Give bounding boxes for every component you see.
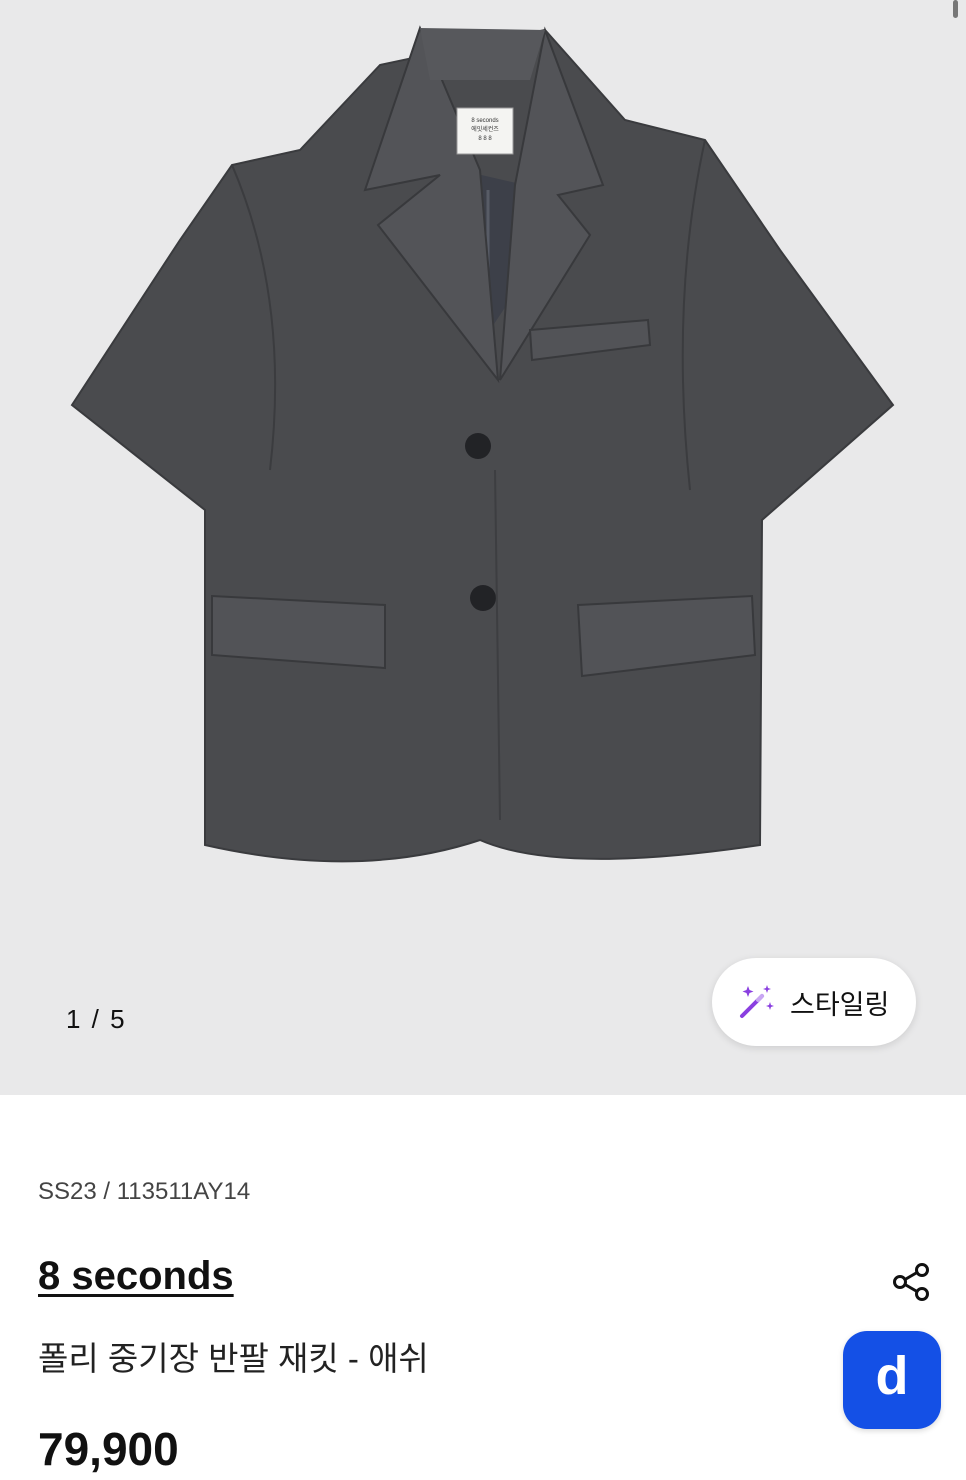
tag-text-1: 8 seconds — [471, 118, 498, 124]
app-badge-label: d — [875, 1346, 909, 1406]
product-name: 폴리 중기장 반팔 재킷 - 애쉬 — [38, 1340, 429, 1377]
share-icon[interactable] — [890, 1260, 934, 1304]
app-floating-button[interactable]: d — [843, 1331, 941, 1429]
product-season-code: SS23 / 113511AY14 — [38, 1178, 251, 1205]
tag-text-3: 8 8 8 — [478, 136, 492, 142]
product-image: 8 seconds 에잇세컨즈 8 8 8 — [70, 25, 895, 863]
product-image-gallery[interactable]: 8 seconds 에잇세컨즈 8 8 8 1 / 5 스타일링 — [0, 0, 966, 1095]
page-scrollbar[interactable] — [953, 0, 958, 18]
image-counter: 1 / 5 — [66, 1004, 127, 1034]
product-price: 79,900 — [38, 1423, 179, 1475]
styling-button[interactable]: 스타일링 — [712, 958, 916, 1046]
styling-button-label: 스타일링 — [790, 989, 890, 1020]
brand-link[interactable]: 8 seconds — [38, 1254, 234, 1299]
magic-wand-icon — [740, 985, 774, 1018]
tag-text-2: 에잇세컨즈 — [471, 125, 499, 133]
